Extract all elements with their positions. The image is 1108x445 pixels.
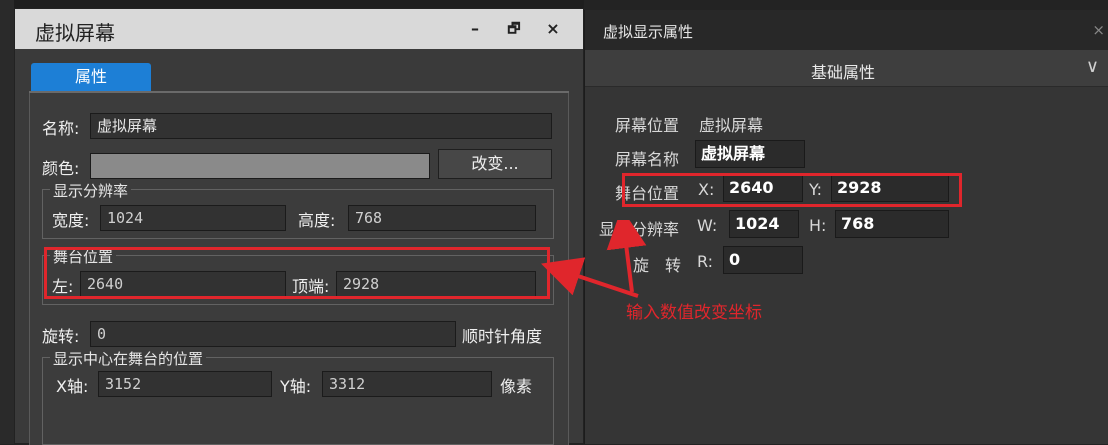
arrow-to-left-dialog — [541, 257, 639, 298]
resolution-w-field[interactable]: 1024 — [729, 210, 799, 238]
x-axis-label: X轴: — [56, 377, 89, 396]
screen-position-label: 屏幕位置 — [615, 116, 680, 135]
background-window-edge — [0, 0, 15, 444]
annotation-text: 输入数值改变坐标 — [626, 303, 762, 323]
name-field[interactable]: 虚拟屏幕 — [90, 113, 552, 139]
dialog-title: 虚拟屏幕 — [35, 21, 115, 45]
panel-title: 虚拟显示属性 — [603, 23, 694, 41]
center-group-title: 显示中心在舞台的位置 — [50, 348, 207, 369]
panel-close-icon[interactable]: × — [1092, 21, 1105, 39]
screen-position-value: 虚拟屏幕 — [699, 116, 764, 135]
height-label: 高度: — [298, 211, 336, 230]
width-label: 宽度: — [52, 211, 90, 230]
highlight-stage-position-right — [622, 173, 962, 207]
resolution-h-field[interactable]: 768 — [835, 210, 949, 238]
y-axis-label: Y轴: — [280, 377, 312, 396]
rotate-r-label: R: — [697, 252, 714, 271]
resolution-w-label: W: — [697, 216, 718, 235]
name-label: 名称: — [42, 119, 80, 138]
minimize-button[interactable]: – — [463, 18, 487, 40]
screen-name-field[interactable]: 虚拟屏幕 — [695, 140, 805, 168]
arrow-to-right-panel — [606, 220, 647, 293]
width-field[interactable]: 1024 — [100, 205, 286, 231]
rotation-label: 旋转: — [42, 327, 80, 346]
rotation-field[interactable]: 0 — [90, 321, 456, 347]
virtual-screen-dialog: 虚拟屏幕 – 🗗 × 属性 名称: 虚拟屏幕 颜色: 改变... 显示分辨率 宽… — [14, 8, 584, 445]
color-label: 颜色: — [42, 159, 80, 178]
y-axis-field[interactable]: 3312 — [322, 371, 492, 397]
change-color-button[interactable]: 改变... — [438, 149, 552, 179]
resolution-group-title: 显示分辨率 — [50, 180, 132, 201]
color-swatch[interactable] — [90, 153, 430, 179]
highlight-stage-position-left — [44, 247, 550, 299]
x-axis-field[interactable]: 3152 — [98, 371, 272, 397]
screen-name-label: 屏幕名称 — [615, 150, 680, 169]
tab-properties[interactable]: 属性 — [31, 63, 151, 91]
chevron-down-icon[interactable]: ∨ — [1086, 56, 1099, 77]
panel-titlebar: 虚拟显示属性 × — [585, 10, 1108, 50]
resolution-h-label: H: — [809, 216, 827, 235]
basic-properties-header[interactable]: 基础属性 ∨ — [585, 50, 1108, 87]
close-button[interactable]: × — [541, 18, 565, 40]
rotate-r-field[interactable]: 0 — [723, 246, 803, 274]
restore-button[interactable]: 🗗 — [502, 18, 526, 40]
pixel-unit-label: 像素 — [500, 377, 533, 396]
dialog-titlebar[interactable]: 虚拟屏幕 – 🗗 × — [15, 9, 583, 49]
height-field[interactable]: 768 — [348, 205, 536, 231]
rotation-unit-label: 顺时针角度 — [462, 327, 543, 346]
section-title: 基础属性 — [811, 63, 876, 82]
